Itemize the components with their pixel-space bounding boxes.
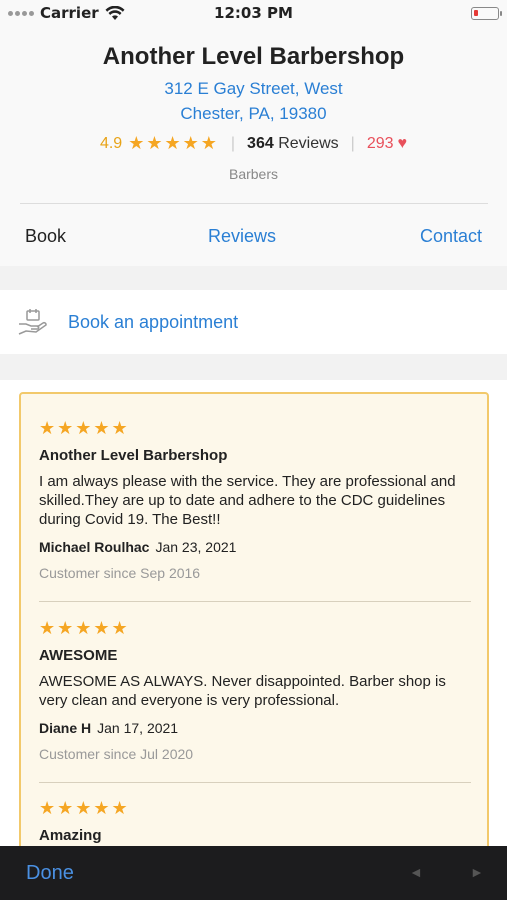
review-item: ★★★★★ AWESOME AWESOME AS ALWAYS. Never d… <box>39 618 471 762</box>
likes-count: 293 <box>366 134 394 152</box>
stats-separator: | <box>230 134 236 152</box>
review-date: Jan 23, 2021 <box>155 539 237 555</box>
review-divider <box>39 601 471 602</box>
book-appointment-label[interactable]: Book an appointment <box>68 312 238 333</box>
reviews-card: ★★★★★ Another Level Barbershop I am alwa… <box>19 392 489 862</box>
previous-arrow-icon[interactable]: ◄ <box>409 864 423 880</box>
review-date: Jan 17, 2021 <box>97 720 179 736</box>
review-stars-icon: ★★★★★ <box>39 798 130 818</box>
review-customer-since: Customer since Jul 2020 <box>39 746 194 762</box>
status-bar: Carrier 12:03 PM <box>0 0 507 26</box>
address-line1[interactable]: 312 E Gay Street, West <box>0 76 507 101</box>
address-line2[interactable]: Chester, PA, 19380 <box>0 101 507 126</box>
review-stars-icon: ★★★★★ <box>39 418 130 438</box>
rating-stars-icon: ★★★★★ <box>128 133 219 153</box>
battery-icon <box>471 7 502 20</box>
status-time: 12:03 PM <box>214 4 293 22</box>
bottom-toolbar: Done ◄ ► <box>0 846 507 900</box>
shop-header: Another Level Barbershop 312 E Gay Stree… <box>0 26 507 266</box>
review-author: Diane H <box>39 720 92 736</box>
review-item: ★★★★★ Amazing <box>39 798 471 844</box>
review-title: Another Level Barbershop <box>39 447 228 464</box>
review-body: AWESOME AS ALWAYS. Never disappointed. B… <box>39 673 446 709</box>
reviews-count[interactable]: 364 Reviews <box>247 135 339 153</box>
done-button[interactable]: Done <box>26 862 74 885</box>
next-arrow-icon[interactable]: ► <box>470 864 484 880</box>
shop-category: Barbers <box>228 166 279 182</box>
review-stars-icon: ★★★★★ <box>39 618 130 638</box>
shop-name: Another Level Barbershop <box>102 43 405 70</box>
review-count-label: Reviews <box>278 134 339 152</box>
rating-value: 4.9 <box>99 134 123 152</box>
review-author-line: Michael Roulhac Jan 23, 2021 <box>39 539 471 555</box>
reviews-section: ★★★★★ Another Level Barbershop I am alwa… <box>0 380 507 862</box>
review-count-number: 364 <box>247 134 274 152</box>
review-title: AWESOME <box>39 647 118 664</box>
tab-book[interactable]: Book <box>25 226 66 247</box>
review-customer-since: Customer since Sep 2016 <box>39 565 201 581</box>
book-appointment-row[interactable]: Book an appointment <box>0 290 507 354</box>
review-author-line: Diane H Jan 17, 2021 <box>39 720 471 736</box>
calendar-hand-icon <box>18 309 47 335</box>
stats-separator: | <box>350 134 355 152</box>
review-author: Michael Roulhac <box>39 539 150 555</box>
review-title: Amazing <box>39 827 102 844</box>
shop-stats: 4.9 ★★★★★ | 364 Reviews | 293 ♥ <box>0 133 507 154</box>
shop-tabs: Book Reviews Contact <box>0 204 507 266</box>
tab-reviews[interactable]: Reviews <box>208 226 276 247</box>
review-item: ★★★★★ Another Level Barbershop I am alwa… <box>39 418 471 581</box>
shop-address[interactable]: 312 E Gay Street, West Chester, PA, 1938… <box>0 76 507 126</box>
tab-contact[interactable]: Contact <box>420 226 482 247</box>
heart-icon[interactable]: ♥ <box>398 135 408 153</box>
review-divider <box>39 782 471 783</box>
review-body: I am always please with the service. The… <box>39 473 456 528</box>
